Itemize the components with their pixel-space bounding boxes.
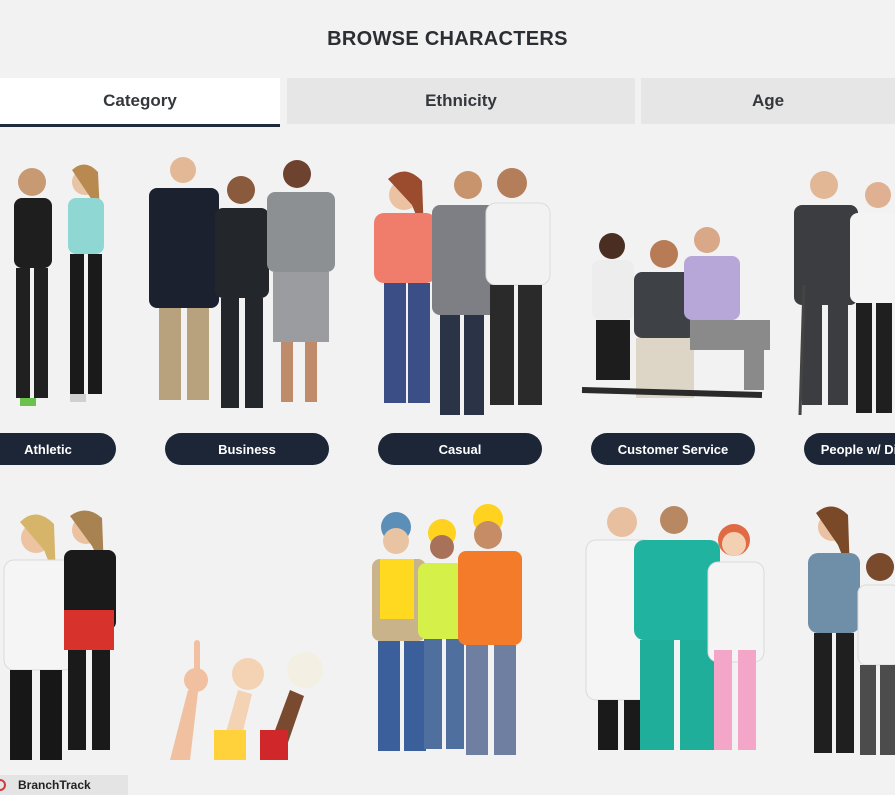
tab-bar: Category Ethnicity Age <box>0 78 895 127</box>
medical-characters-image[interactable] <box>578 500 773 770</box>
tab-ethnicity[interactable]: Ethnicity <box>287 78 635 124</box>
casual-characters-image[interactable] <box>360 165 560 425</box>
category-pill-customer-service[interactable]: Customer Service <box>591 433 755 465</box>
people-with-disabilities-characters-image[interactable] <box>790 165 895 425</box>
athletic-characters-image[interactable] <box>0 160 130 420</box>
hospitality-characters-image[interactable] <box>0 510 140 775</box>
category-pill-business[interactable]: Business <box>165 433 329 465</box>
category-pill-athletic[interactable]: Athletic <box>0 433 116 465</box>
brand-footer: BranchTrack <box>0 775 128 795</box>
industrial-characters-image[interactable] <box>366 504 558 770</box>
brand-name: BranchTrack <box>18 778 91 792</box>
tab-category[interactable]: Category <box>0 78 280 127</box>
header: BROWSE CHARACTERS <box>0 0 895 78</box>
business-characters-image[interactable] <box>145 150 350 415</box>
customer-service-characters-image[interactable] <box>572 220 777 425</box>
hands-characters-image[interactable] <box>160 630 335 765</box>
students-characters-image[interactable] <box>800 505 895 770</box>
category-pill-people-with-disabilities[interactable]: People w/ Di <box>804 433 895 465</box>
page-title: BROWSE CHARACTERS <box>327 27 568 50</box>
tab-age[interactable]: Age <box>641 78 895 124</box>
category-pill-casual[interactable]: Casual <box>378 433 542 465</box>
branchtrack-logo-icon <box>0 779 6 791</box>
